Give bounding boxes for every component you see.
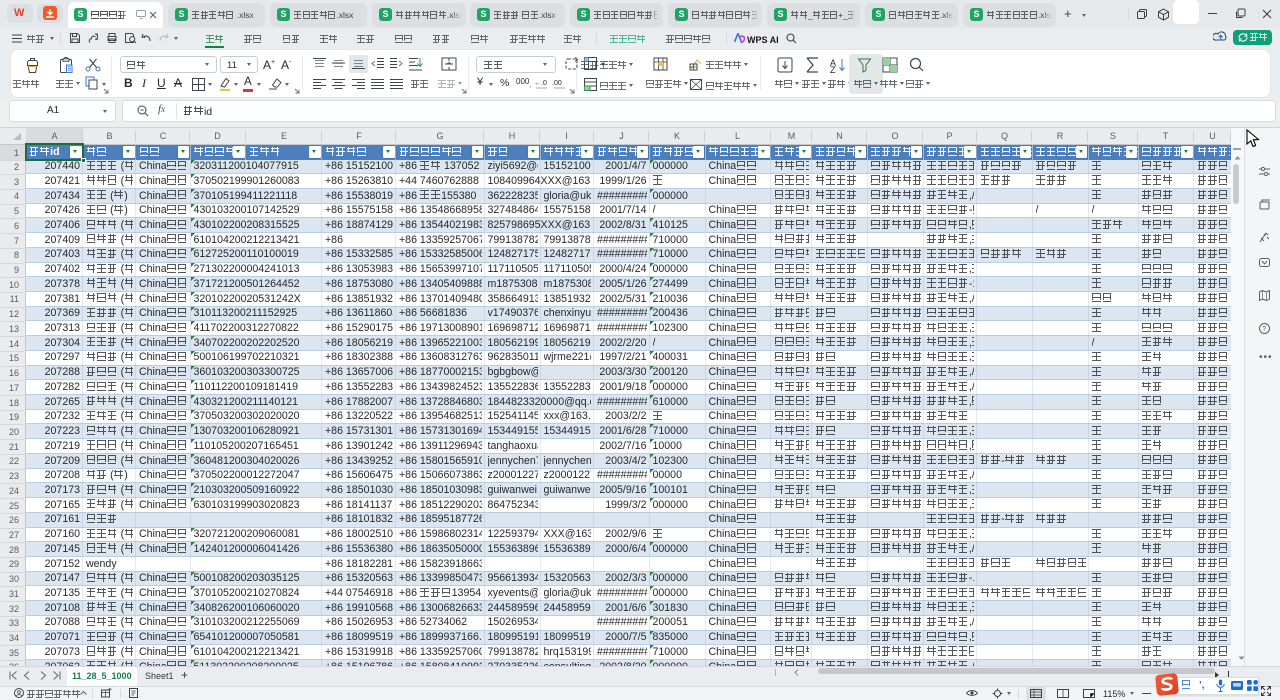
svg-text:←.0: ←.0: [534, 80, 547, 87]
svg-text:.00: .00: [552, 80, 562, 87]
svg-text:Z: Z: [830, 65, 836, 73]
svg-text:?: ?: [1262, 326, 1266, 333]
